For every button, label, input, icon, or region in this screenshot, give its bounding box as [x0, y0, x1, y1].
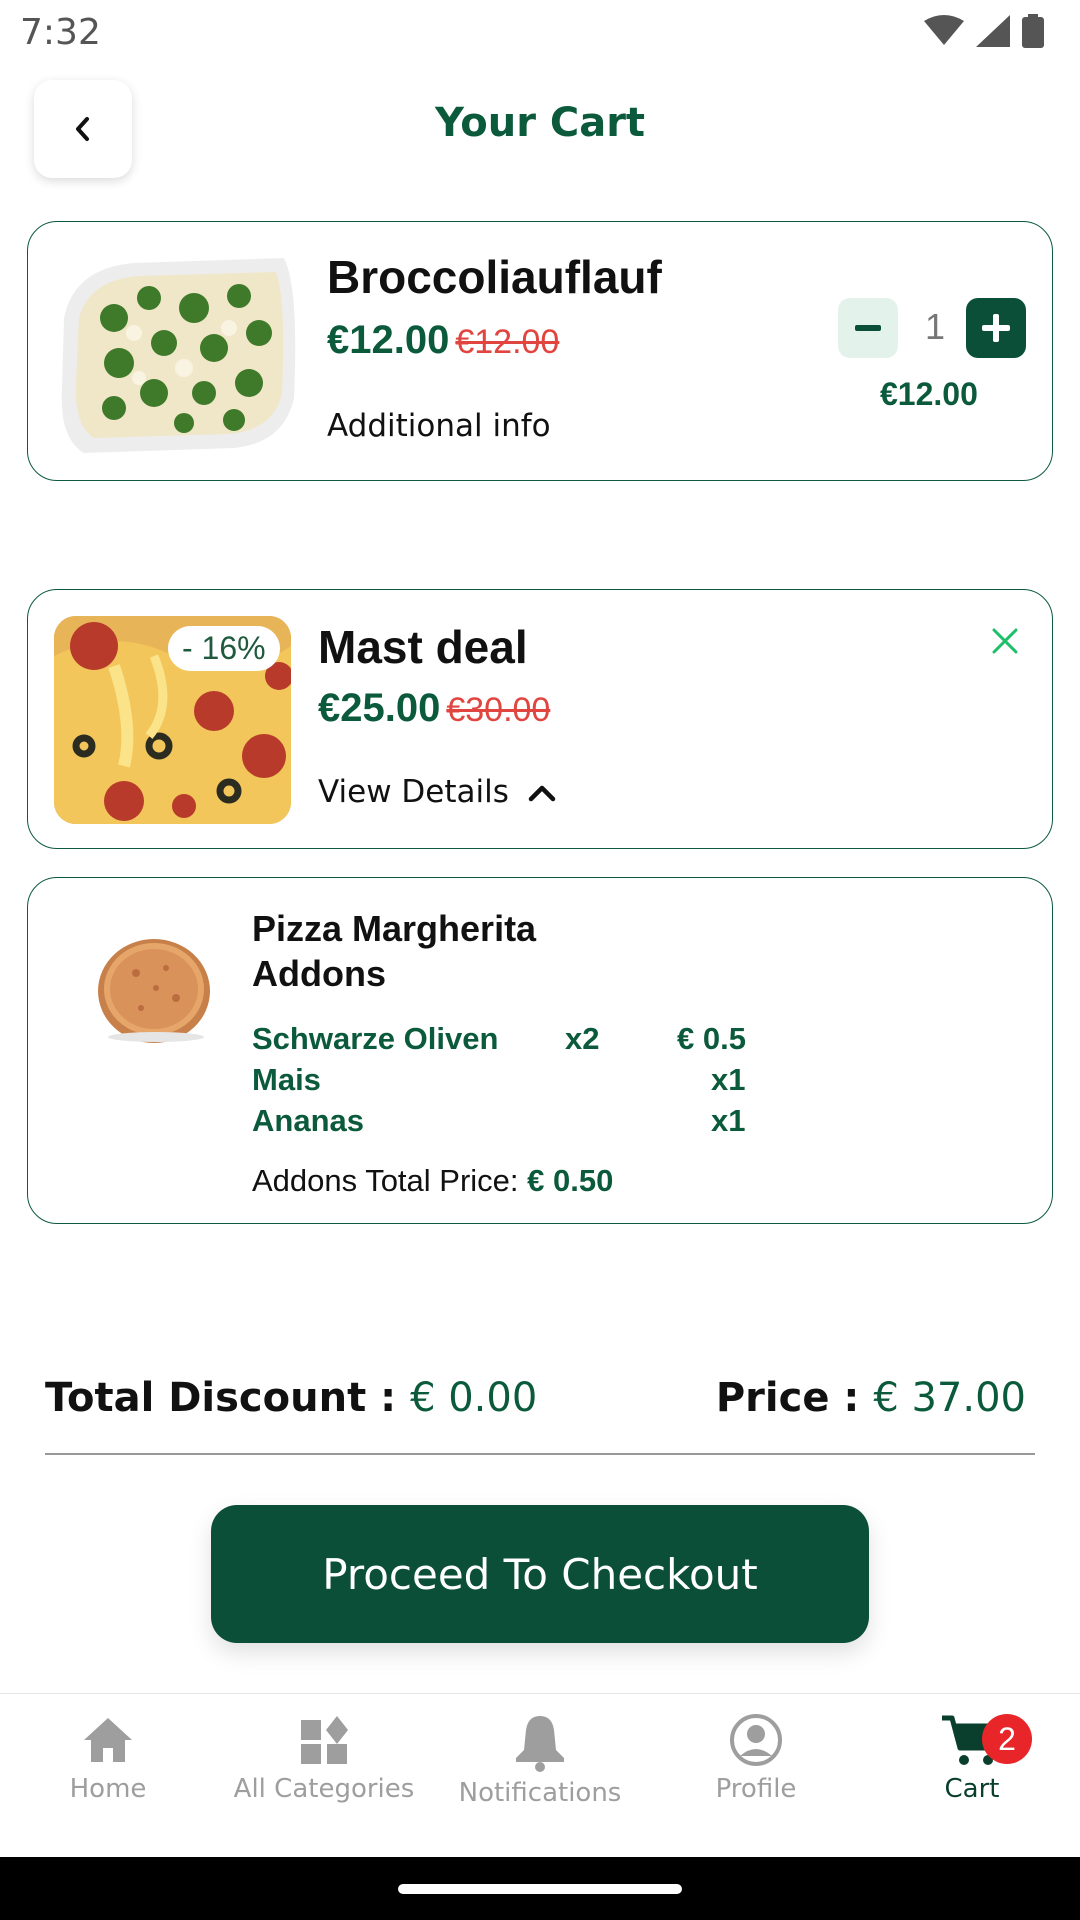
addon-qty: x1: [711, 1062, 746, 1097]
quantity-value: 1: [925, 306, 946, 347]
current-price: €12.00: [327, 318, 450, 362]
broccoli-casserole-image: [54, 248, 301, 456]
addons-total-label: Addons Total Price:: [252, 1163, 519, 1198]
addon-name: Schwarze Oliven: [252, 1021, 499, 1056]
old-price: €12.00: [455, 323, 560, 361]
total-discount: Total Discount : € 0.00: [45, 1375, 537, 1421]
addon-name: Ananas: [252, 1103, 364, 1138]
proceed-to-checkout-button[interactable]: Proceed To Checkout: [211, 1505, 869, 1643]
total-discount-label: Total Discount :: [45, 1375, 397, 1421]
addon-row: Ananas x1: [252, 1103, 772, 1143]
current-price: €25.00: [318, 686, 441, 730]
close-icon: [992, 628, 1018, 654]
total-discount-value: € 0.00: [410, 1375, 538, 1421]
status-icons: [924, 14, 1044, 48]
nav-cart[interactable]: 2 Cart: [864, 1712, 1080, 1804]
increase-quantity-button[interactable]: [966, 298, 1026, 358]
deal-card: - 16% Mast deal €25.00 €30.00 View Detail…: [27, 589, 1053, 849]
cart-item-card: Broccoliauflauf €12.00 €12.00 Additional …: [27, 221, 1053, 481]
battery-icon: [1022, 14, 1044, 48]
chevron-up-icon: [528, 785, 556, 802]
total-price-label: Price :: [715, 1375, 860, 1421]
addon-price: € 0.5: [677, 1021, 746, 1056]
bell-icon: [516, 1716, 564, 1772]
nav-label: Home: [69, 1774, 147, 1804]
addon-qty: x1: [711, 1103, 746, 1138]
deal-price: €25.00 €30.00: [318, 686, 550, 731]
cart-count-badge: 2: [982, 1714, 1032, 1764]
addon-qty: x2: [565, 1021, 600, 1056]
decrease-quantity-button[interactable]: [838, 298, 898, 358]
addon-row: Mais x1: [252, 1062, 772, 1102]
profile-icon: [730, 1714, 782, 1766]
addons-total-value: € 0.50: [527, 1163, 614, 1198]
page-title: Your Cart: [434, 100, 646, 146]
deal-item-name: Pizza Margherita: [252, 908, 537, 949]
gesture-handle[interactable]: [398, 1884, 682, 1894]
item-price: €12.00 €12.00: [327, 318, 559, 363]
minus-icon: [855, 325, 881, 331]
divider: [45, 1453, 1035, 1455]
nav-label: All Categories: [233, 1774, 415, 1804]
addons-total: Addons Total Price: € 0.50: [252, 1163, 613, 1199]
deal-name: Mast deal: [318, 621, 528, 673]
total-price: Price : € 37.00: [716, 1375, 1026, 1421]
nav-profile[interactable]: Profile: [648, 1712, 864, 1804]
status-time: 7:32: [20, 12, 101, 53]
remove-deal-button[interactable]: [990, 626, 1020, 661]
view-details-toggle[interactable]: View Details: [318, 774, 557, 810]
total-price-value: € 37.00: [873, 1375, 1026, 1421]
nav-notifications[interactable]: Notifications: [432, 1712, 648, 1808]
signal-icon: [976, 15, 1010, 47]
addon-row: Schwarze Oliven x2 € 0.5: [252, 1021, 772, 1061]
discount-badge: - 16%: [168, 626, 280, 671]
home-icon: [84, 1718, 132, 1762]
addon-name: Mais: [252, 1062, 321, 1097]
addons-heading: Addons: [252, 953, 386, 994]
item-name: Broccoliauflauf: [327, 251, 662, 303]
nav-label: Cart: [944, 1774, 1000, 1804]
pizza-margherita-image: [96, 933, 216, 1043]
categories-icon: [301, 1716, 348, 1764]
deal-detail-card: Pizza Margherita Addons Schwarze Oliven …: [27, 877, 1053, 1224]
nav-label: Notifications: [458, 1778, 622, 1808]
view-details-label: View Details: [318, 774, 509, 810]
nav-home[interactable]: Home: [0, 1712, 216, 1804]
nav-all-categories[interactable]: All Categories: [216, 1712, 432, 1804]
old-price: €30.00: [446, 691, 551, 729]
bottom-navigation: Home All Categories Notifications Profil…: [0, 1693, 1080, 1857]
additional-info-link[interactable]: Additional info: [327, 408, 551, 444]
line-total: €12.00: [880, 376, 978, 412]
nav-label: Profile: [715, 1774, 797, 1804]
plus-icon: [982, 314, 1010, 342]
wifi-icon: [924, 15, 964, 45]
